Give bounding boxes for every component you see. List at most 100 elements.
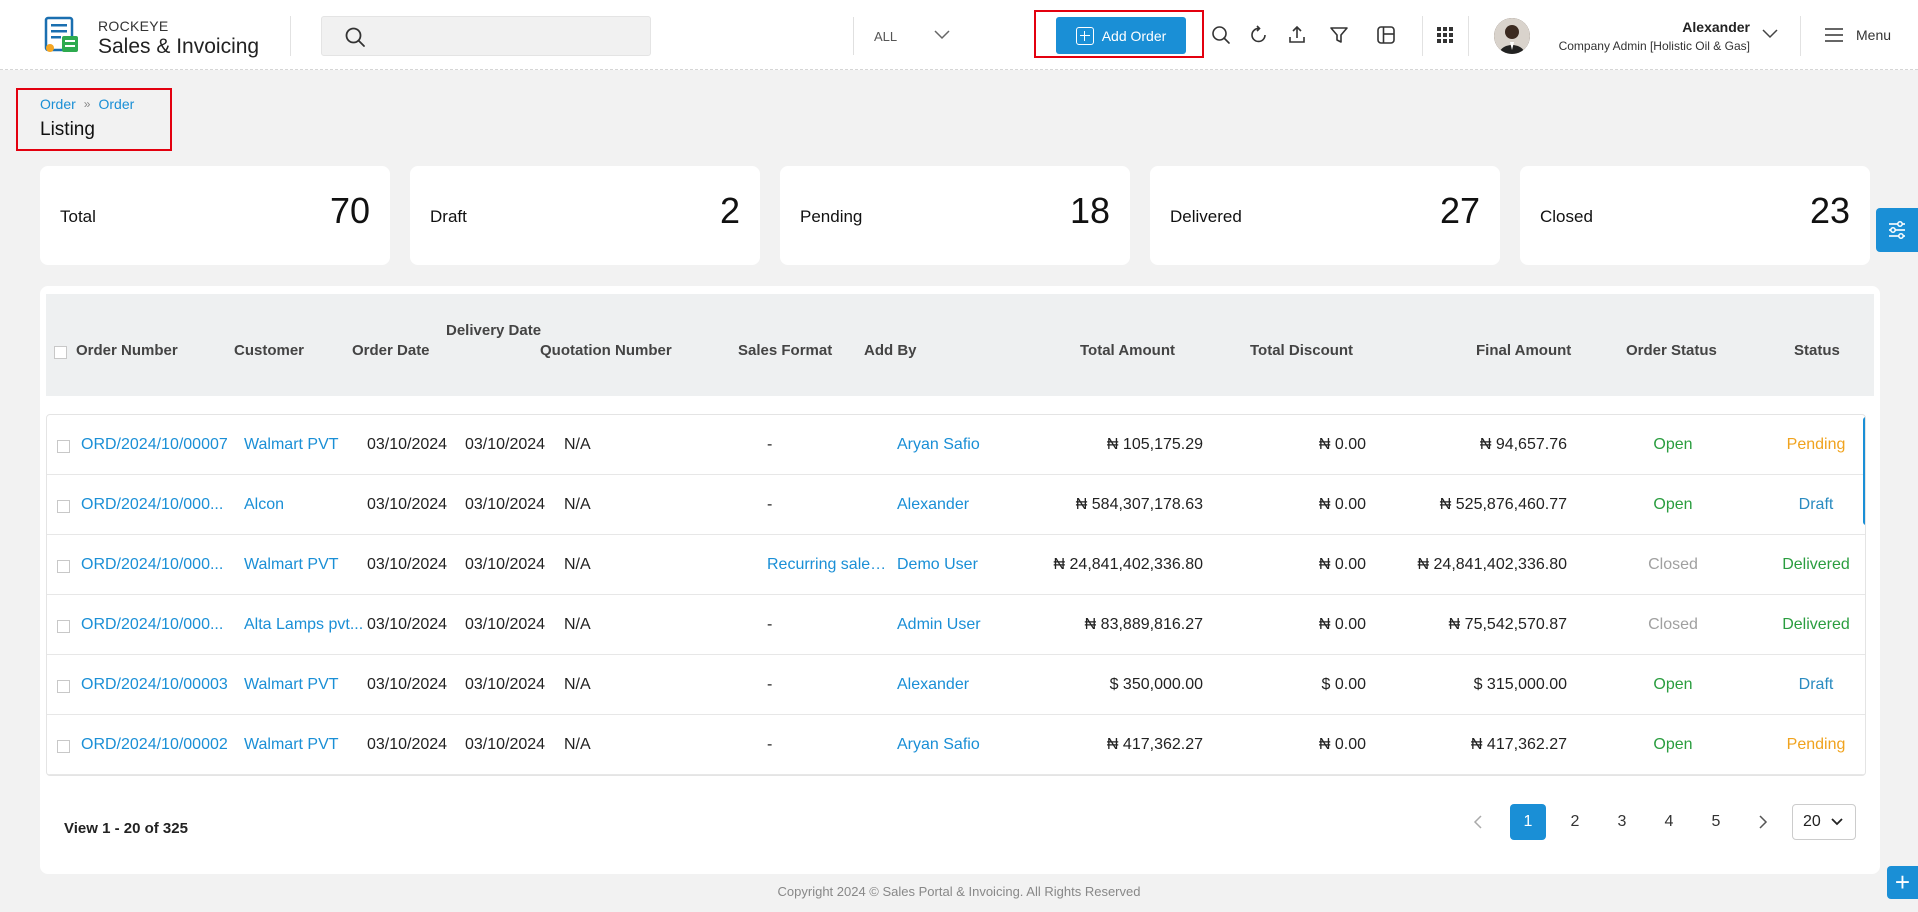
col-status[interactable]: Status xyxy=(1794,342,1840,359)
customer-link[interactable]: Alcon xyxy=(244,496,346,514)
select-all-checkbox[interactable] xyxy=(54,346,67,359)
header-divider xyxy=(1800,16,1801,56)
sales-format: - xyxy=(767,736,773,753)
chevron-right-icon xyxy=(1759,815,1768,829)
page-button[interactable]: 2 xyxy=(1557,804,1593,840)
row-checkbox[interactable] xyxy=(57,680,70,693)
total-amount: ₦ 83,889,816.27 xyxy=(1084,616,1203,633)
table-row[interactable]: ORD/2024/10/000... Walmart PVT 03/10/202… xyxy=(47,535,1865,595)
row-checkbox[interactable] xyxy=(57,500,70,513)
delivery-date: 03/10/2024 xyxy=(465,736,546,753)
breadcrumb-link[interactable]: Order xyxy=(98,96,134,112)
table-row[interactable]: ORD/2024/10/00002 Walmart PVT 03/10/2024… xyxy=(47,715,1865,775)
order-number-link[interactable]: ORD/2024/10/00003 xyxy=(81,676,241,694)
user-name[interactable]: Alexander xyxy=(1682,19,1750,35)
prev-page-button[interactable] xyxy=(1460,804,1496,840)
page-button[interactable]: 5 xyxy=(1698,804,1734,840)
total-discount: $ 0.00 xyxy=(1321,676,1366,693)
add-by-link[interactable]: Demo User xyxy=(897,556,978,574)
stat-card-total[interactable]: Total 70 xyxy=(40,166,390,265)
table-row[interactable]: ORD/2024/10/000... Alcon 03/10/2024 03/1… xyxy=(47,475,1865,535)
order-number-link[interactable]: ORD/2024/10/000... xyxy=(81,616,241,634)
apps-grid-icon[interactable] xyxy=(1434,24,1456,46)
order-status: Open xyxy=(1653,436,1693,453)
order-number-link[interactable]: ORD/2024/10/000... xyxy=(81,496,241,514)
customer-link[interactable]: Alta Lamps pvt... xyxy=(244,616,366,634)
col-total-amount[interactable]: Total Amount xyxy=(1080,342,1175,359)
col-add-by[interactable]: Add By xyxy=(864,342,917,359)
footer-copyright: Copyright 2024 © Sales Portal & Invoicin… xyxy=(777,884,1141,899)
search-input[interactable] xyxy=(378,23,578,51)
col-quotation-number[interactable]: Quotation Number xyxy=(540,342,672,359)
order-number-link[interactable]: ORD/2024/10/00007 xyxy=(81,436,241,454)
order-status: Closed xyxy=(1648,556,1698,573)
page-title: Listing xyxy=(40,119,95,140)
refresh-icon[interactable] xyxy=(1248,24,1270,46)
menu-button[interactable]: Menu xyxy=(1824,27,1891,43)
top-header: ROCKEYE Sales & Invoicing ALL Add Order xyxy=(0,0,1918,70)
stat-card-delivered[interactable]: Delivered 27 xyxy=(1150,166,1500,265)
stat-label: Closed xyxy=(1540,207,1593,226)
side-filter-tab[interactable] xyxy=(1876,208,1918,252)
col-order-date[interactable]: Order Date xyxy=(352,342,430,359)
add-by-link[interactable]: Aryan Safio xyxy=(897,436,980,454)
table-row[interactable]: ORD/2024/10/000... Alta Lamps pvt... 03/… xyxy=(47,595,1865,655)
search-icon[interactable] xyxy=(1210,24,1232,46)
column-icon[interactable] xyxy=(1375,24,1397,46)
order-status: Closed xyxy=(1648,616,1698,633)
col-customer[interactable]: Customer xyxy=(234,342,304,359)
page-size-select[interactable]: 20 xyxy=(1792,804,1856,840)
table-scrollbar[interactable] xyxy=(1863,417,1865,525)
order-number-link[interactable]: ORD/2024/10/000... xyxy=(81,556,241,574)
search-box: ALL xyxy=(321,16,950,56)
page-button[interactable]: 1 xyxy=(1510,804,1546,840)
col-final-amount[interactable]: Final Amount xyxy=(1476,342,1571,359)
total-amount: $ 350,000.00 xyxy=(1109,676,1203,693)
col-order-number[interactable]: Order Number xyxy=(76,342,178,359)
brand[interactable]: ROCKEYE Sales & Invoicing xyxy=(98,18,259,59)
stat-card-pending[interactable]: Pending 18 xyxy=(780,166,1130,265)
add-order-button[interactable]: Add Order xyxy=(1056,17,1186,54)
chevron-down-icon[interactable] xyxy=(1762,29,1778,39)
quotation-number: N/A xyxy=(564,436,591,453)
quotation-number: N/A xyxy=(564,616,591,633)
order-number-link[interactable]: ORD/2024/10/00002 xyxy=(81,736,241,754)
page-button[interactable]: 4 xyxy=(1651,804,1687,840)
search-scope-value: ALL xyxy=(874,28,898,44)
filter-icon[interactable] xyxy=(1328,24,1350,46)
app-logo-icon[interactable] xyxy=(44,16,80,54)
sales-format-link[interactable]: Recurring sales ... xyxy=(767,556,893,574)
stat-card-closed[interactable]: Closed 23 xyxy=(1520,166,1870,265)
customer-link[interactable]: Walmart PVT xyxy=(244,736,346,754)
table-row[interactable]: ORD/2024/10/00003 Walmart PVT 03/10/2024… xyxy=(47,655,1865,715)
col-delivery-date[interactable]: Delivery Date xyxy=(446,316,546,346)
table-row[interactable]: ORD/2024/10/00007 Walmart PVT 03/10/2024… xyxy=(47,415,1865,475)
order-status: Open xyxy=(1653,736,1693,753)
add-by-link[interactable]: Admin User xyxy=(897,616,981,634)
page-button[interactable]: 3 xyxy=(1604,804,1640,840)
col-total-discount[interactable]: Total Discount xyxy=(1250,342,1353,359)
customer-link[interactable]: Walmart PVT xyxy=(244,676,346,694)
breadcrumb-link[interactable]: Order xyxy=(40,96,76,112)
status-badge: Draft xyxy=(1798,496,1834,513)
next-page-button[interactable] xyxy=(1745,804,1781,840)
col-sales-format[interactable]: Sales Format xyxy=(738,342,832,359)
export-icon[interactable] xyxy=(1286,24,1308,46)
col-order-status[interactable]: Order Status xyxy=(1626,342,1717,359)
search-scope-select[interactable]: ALL xyxy=(853,17,972,55)
stat-card-draft[interactable]: Draft 2 xyxy=(410,166,760,265)
customer-link[interactable]: Walmart PVT xyxy=(244,436,346,454)
order-date: 03/10/2024 xyxy=(367,676,448,693)
row-checkbox[interactable] xyxy=(57,740,70,753)
row-checkbox[interactable] xyxy=(57,440,70,453)
add-by-link[interactable]: Alexander xyxy=(897,496,969,514)
customer-link[interactable]: Walmart PVT xyxy=(244,556,346,574)
orders-table-card: Order Number Customer Order Date Deliver… xyxy=(40,286,1880,874)
avatar[interactable] xyxy=(1494,18,1530,54)
add-by-link[interactable]: Alexander xyxy=(897,676,969,694)
add-by-link[interactable]: Aryan Safio xyxy=(897,736,980,754)
table-body[interactable]: ORD/2024/10/00007 Walmart PVT 03/10/2024… xyxy=(46,414,1866,776)
stat-label: Pending xyxy=(800,207,863,226)
row-checkbox[interactable] xyxy=(57,620,70,633)
row-checkbox[interactable] xyxy=(57,560,70,573)
